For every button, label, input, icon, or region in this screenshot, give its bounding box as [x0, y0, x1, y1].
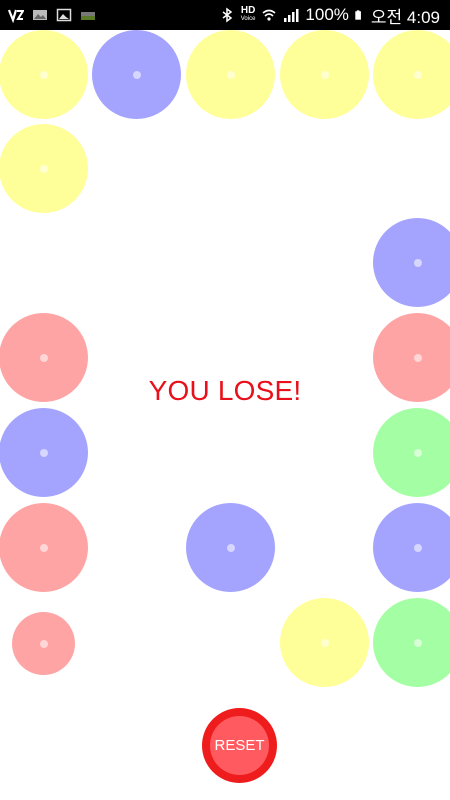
- system-icons: HD Voice 100% 오전 4:09: [219, 0, 440, 30]
- ball-center-dot: [39, 353, 48, 362]
- ball-center-dot: [39, 70, 48, 79]
- notification-icons: [8, 0, 96, 30]
- reset-button-label: RESET: [210, 716, 269, 775]
- ball-center-dot: [413, 543, 422, 552]
- clock: 오전 4:09: [370, 7, 440, 27]
- ball-yellow[interactable]: [280, 30, 369, 119]
- ball-center-dot: [413, 353, 422, 362]
- vibe-app-icon: [8, 9, 24, 23]
- ball-yellow[interactable]: [0, 124, 88, 213]
- game-board[interactable]: [0, 30, 450, 800]
- ball-green[interactable]: [373, 408, 450, 497]
- ball-center-dot: [39, 448, 48, 457]
- ball-red[interactable]: [0, 503, 88, 592]
- ball-center-dot: [132, 70, 141, 79]
- ball-center-dot: [226, 543, 235, 552]
- gallery-icon: [33, 10, 47, 20]
- status-bar: HD Voice 100% 오전 4:09: [0, 0, 450, 30]
- ball-center-dot: [413, 638, 422, 647]
- ball-center-dot: [39, 164, 48, 173]
- bluetooth-icon: [222, 7, 232, 23]
- ball-yellow[interactable]: [0, 30, 88, 119]
- ball-blue[interactable]: [186, 503, 275, 592]
- game-result-message: YOU LOSE!: [148, 375, 302, 406]
- ball-yellow[interactable]: [280, 598, 369, 687]
- wifi-icon: [262, 9, 276, 21]
- ball-green[interactable]: [373, 598, 450, 687]
- ball-center-dot: [226, 70, 235, 79]
- ball-center-dot: [320, 638, 329, 647]
- battery-icon: [355, 10, 361, 20]
- ball-center-dot: [413, 258, 422, 267]
- ball-center-dot: [39, 639, 48, 648]
- ball-center-dot: [39, 543, 48, 552]
- ball-blue[interactable]: [92, 30, 181, 119]
- battery-percent: 100%: [305, 5, 349, 24]
- hd-sub-label: Voice: [240, 16, 256, 22]
- ball-blue[interactable]: [0, 408, 88, 497]
- ball-yellow[interactable]: [373, 30, 450, 119]
- image-icon: [56, 8, 72, 22]
- data-icon: [81, 12, 95, 20]
- hd-voice-icon: HD Voice: [241, 6, 256, 24]
- reset-button[interactable]: RESET: [202, 708, 277, 783]
- signal-icon: [284, 9, 299, 22]
- ball-blue[interactable]: [373, 218, 450, 307]
- ball-center-dot: [413, 448, 422, 457]
- ball-blue[interactable]: [373, 503, 450, 592]
- ball-yellow[interactable]: [186, 30, 275, 119]
- ball-center-dot: [413, 70, 422, 79]
- ball-red[interactable]: [12, 612, 75, 675]
- ball-center-dot: [320, 70, 329, 79]
